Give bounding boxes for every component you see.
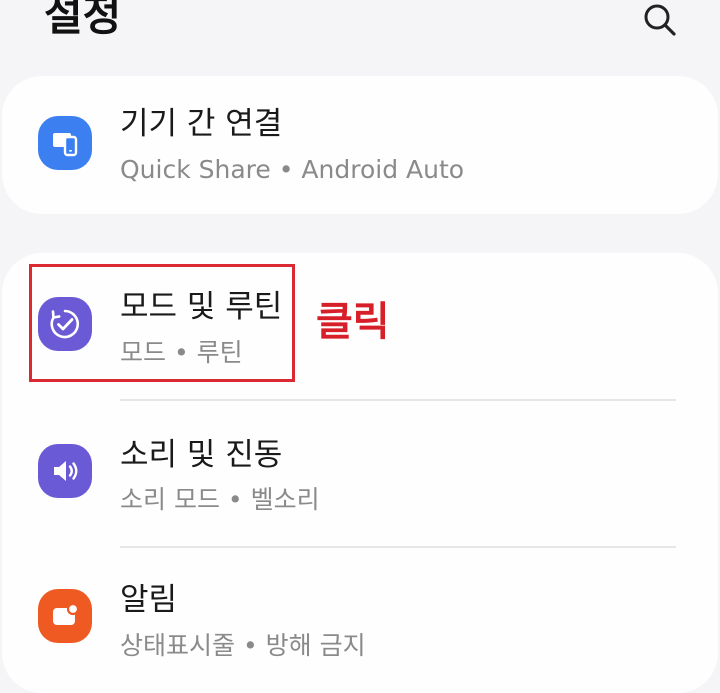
item-title: 기기 간 연결	[120, 106, 283, 142]
item-subtitle: 상태표시줄 • 방해 금지	[120, 631, 366, 660]
routine-check-icon	[38, 297, 92, 351]
devices-icon	[38, 116, 92, 170]
item-subtitle: Quick Share • Android Auto	[120, 155, 465, 184]
settings-item-sound-vibration[interactable]: 소리 및 진동 소리 모드 • 벨소리	[2, 401, 718, 547]
page-title: 설정	[44, 0, 122, 40]
search-icon	[644, 4, 676, 36]
item-title: 알림	[120, 582, 178, 618]
header: 설정	[0, 0, 720, 60]
settings-item-notifications[interactable]: 알림 상태표시줄 • 방해 금지	[2, 548, 718, 693]
settings-card-connections: 기기 간 연결 Quick Share • Android Auto	[2, 76, 718, 214]
speaker-icon	[38, 444, 92, 498]
item-title: 모드 및 루틴	[120, 289, 283, 325]
settings-item-connected-devices[interactable]: 기기 간 연결 Quick Share • Android Auto	[2, 76, 718, 214]
click-annotation: 클릭	[316, 299, 390, 345]
notification-icon	[38, 589, 92, 643]
item-subtitle: 소리 모드 • 벨소리	[120, 485, 320, 514]
search-button[interactable]	[640, 0, 680, 40]
item-subtitle: 모드 • 루틴	[120, 338, 243, 367]
item-title: 소리 및 진동	[120, 437, 283, 473]
